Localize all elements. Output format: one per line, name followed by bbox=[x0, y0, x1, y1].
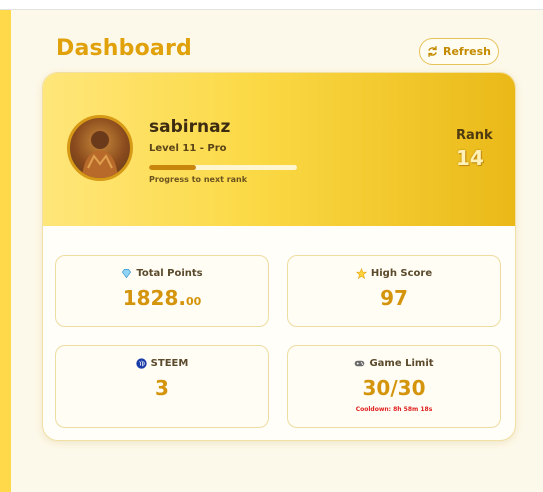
level-label: Level 11 - Pro bbox=[149, 143, 227, 154]
page-title: Dashboard bbox=[56, 36, 192, 61]
total-points-card: Total Points 1828.00 bbox=[55, 255, 269, 327]
game-limit-value: 30/30 bbox=[362, 376, 426, 400]
username: sabirnaz bbox=[149, 117, 231, 137]
total-points-value: 1828.00 bbox=[122, 286, 202, 310]
rank-progress-bar bbox=[149, 165, 297, 170]
refresh-label: Refresh bbox=[443, 45, 491, 58]
steem-logo-icon bbox=[136, 358, 147, 369]
game-limit-label: Game Limit bbox=[369, 358, 434, 369]
refresh-button[interactable]: Refresh bbox=[419, 38, 499, 65]
avatar[interactable] bbox=[67, 115, 133, 181]
total-points-label: Total Points bbox=[136, 268, 203, 279]
steem-value: 3 bbox=[155, 376, 169, 400]
dashboard-card: sabirnaz Level 11 - Pro Progress to next… bbox=[42, 72, 516, 441]
profile-hero: sabirnaz Level 11 - Pro Progress to next… bbox=[43, 73, 515, 226]
steem-card: STEEM 3 bbox=[55, 345, 269, 428]
high-score-label: High Score bbox=[370, 268, 433, 279]
sidebar-edge bbox=[0, 10, 11, 492]
refresh-icon bbox=[428, 46, 437, 57]
game-limit-card: Game Limit 30/30 Cooldown: 8h 58m 18s bbox=[287, 345, 501, 428]
high-score-value: 97 bbox=[380, 286, 408, 310]
high-score-card: High Score 97 bbox=[287, 255, 501, 327]
steem-label: STEEM bbox=[150, 358, 189, 369]
rank-value: 14 bbox=[456, 146, 484, 170]
top-strip bbox=[0, 0, 543, 10]
cooldown-timer: Cooldown: 8h 58m 18s bbox=[355, 406, 433, 413]
diamond-icon bbox=[122, 269, 132, 279]
rank-progress-fill bbox=[149, 165, 197, 170]
rank-label: Rank bbox=[456, 128, 493, 143]
star-icon bbox=[355, 268, 367, 279]
gamepad-icon bbox=[355, 360, 365, 367]
progress-label: Progress to next rank bbox=[149, 175, 248, 184]
